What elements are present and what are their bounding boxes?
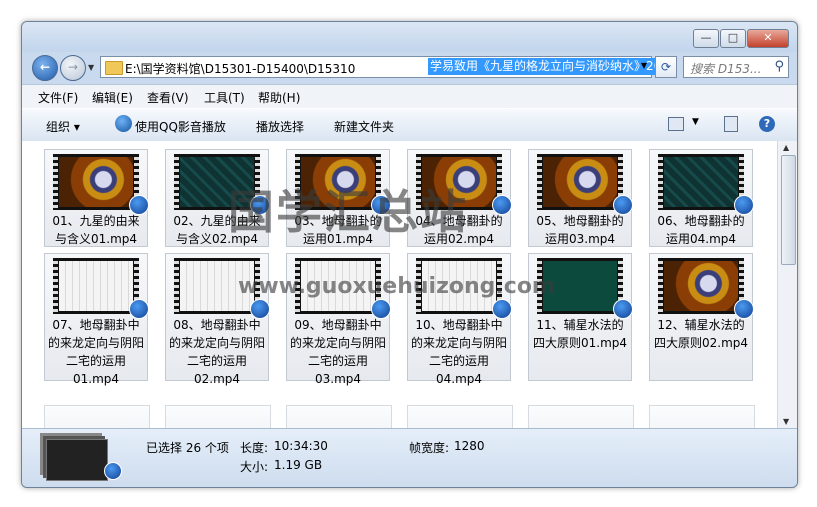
vertical-scrollbar[interactable]: ▲ ▼ [777, 141, 797, 428]
film-perforation [658, 258, 663, 314]
file-name: 01、九星的由来与含义01.mp4 [52, 214, 140, 246]
file-item-partial[interactable] [286, 405, 392, 428]
scroll-down-icon[interactable]: ▼ [783, 417, 789, 426]
view-options-icon[interactable] [668, 117, 684, 131]
menu-file[interactable]: 文件(F) [38, 89, 78, 106]
address-path-selected: 学易致用《九星的格龙立向与消砂纳水》26集 [428, 58, 676, 75]
file-item[interactable]: 05、地母翻卦的运用03.mp4 [528, 149, 633, 247]
explorer-window: — □ ✕ ← → ▼ E:\国学资料馆\D15301-D15400\D1531… [21, 21, 798, 488]
file-name: 06、地母翻卦的运用04.mp4 [657, 214, 745, 246]
play-with-qq-button[interactable]: 使用QQ影音播放 [135, 118, 226, 135]
menu-edit[interactable]: 编辑(E) [92, 89, 133, 106]
film-perforation [537, 154, 542, 210]
film-perforation [174, 154, 179, 210]
navigation-bar: ← → ▼ E:\国学资料馆\D15301-D15400\D15310 学易致用… [22, 52, 797, 84]
video-frame [59, 261, 133, 311]
video-thumbnail [658, 258, 744, 314]
film-perforation [658, 154, 663, 210]
selection-thumbnail-stack [46, 439, 108, 481]
film-perforation [53, 154, 58, 210]
file-item[interactable]: 11、辅星水法的四大原则01.mp4 [528, 253, 633, 381]
search-input[interactable]: 搜索 D153... ⚲ [683, 56, 789, 78]
file-item[interactable]: 09、地母翻卦中的来龙定向与阴阳二宅的运用03.mp4 [286, 253, 391, 386]
back-arrow-icon[interactable]: ← [32, 55, 58, 81]
minimize-button[interactable]: — [693, 29, 719, 48]
organize-button[interactable]: 组织 ▾ [46, 118, 80, 135]
video-frame [664, 157, 738, 207]
watermark-text: 国学汇总站 [228, 185, 468, 239]
frame-width-value: 1280 [454, 439, 485, 453]
watermark-url: www.guoxuehuizong.com [238, 274, 555, 299]
close-button[interactable]: ✕ [747, 29, 789, 48]
size-label: 大小: [240, 460, 269, 474]
folder-icon [105, 61, 123, 75]
play-selection-button[interactable]: 播放选择 [256, 118, 304, 135]
selected-count: 已选择 26 个项 [146, 441, 229, 455]
film-perforation [174, 258, 179, 314]
search-placeholder: 搜索 D153... [690, 62, 762, 76]
file-item[interactable]: 07、地母翻卦中的来龙定向与阴阳二宅的运用01.mp4 [44, 253, 149, 386]
command-bar: 组织 ▾ 使用QQ影音播放 播放选择 新建文件夹 ▼ ? [22, 108, 797, 142]
file-item-partial[interactable] [649, 405, 755, 428]
address-dropdown-icon[interactable]: ▼ [641, 61, 647, 70]
maximize-button[interactable]: □ [720, 29, 746, 48]
preview-pane-icon[interactable] [724, 116, 738, 132]
file-name: 11、辅星水法的四大原则01.mp4 [532, 318, 628, 350]
menu-help[interactable]: 帮助(H) [258, 89, 300, 106]
frame-width-label: 帧宽度: [409, 441, 450, 455]
file-item[interactable]: 12、辅星水法的四大原则02.mp4 [649, 253, 754, 381]
video-frame [664, 261, 738, 311]
forward-arrow-icon[interactable]: → [60, 55, 86, 81]
menu-view[interactable]: 查看(V) [147, 89, 189, 106]
video-thumbnail [53, 258, 139, 314]
size-value: 1.19 GB [274, 458, 323, 472]
file-item-partial[interactable] [165, 405, 271, 428]
address-path: E:\国学资料馆\D15301-D15400\D15310 [125, 62, 356, 76]
file-item-partial[interactable] [407, 405, 513, 428]
video-frame [543, 157, 617, 207]
qq-player-badge-icon [104, 462, 122, 480]
scroll-thumb[interactable] [781, 155, 796, 265]
new-folder-button[interactable]: 新建文件夹 [334, 118, 394, 135]
menu-bar: 文件(F) 编辑(E) 查看(V) 工具(T) 帮助(H) [22, 84, 797, 109]
video-thumbnail [658, 154, 744, 210]
file-name: 05、地母翻卦的运用03.mp4 [536, 214, 624, 246]
menu-tools[interactable]: 工具(T) [204, 89, 245, 106]
help-icon[interactable]: ? [759, 116, 775, 132]
file-name: 12、辅星水法的四大原则02.mp4 [653, 318, 749, 350]
file-item[interactable]: 06、地母翻卦的运用04.mp4 [649, 149, 754, 247]
video-frame [59, 157, 133, 207]
history-dropdown-icon[interactable]: ▼ [88, 63, 94, 72]
file-item[interactable]: 10、地母翻卦中的来龙定向与阴阳二宅的运用04.mp4 [407, 253, 512, 386]
length-label: 长度: [240, 441, 269, 455]
video-thumbnail [53, 154, 139, 210]
file-name: 08、地母翻卦中的来龙定向与阴阳二宅的运用02.mp4 [168, 318, 265, 386]
file-item-partial[interactable] [528, 405, 634, 428]
qq-player-icon [115, 115, 132, 132]
file-name: 07、地母翻卦中的来龙定向与阴阳二宅的运用01.mp4 [47, 318, 144, 386]
video-thumbnail [537, 154, 623, 210]
film-perforation [53, 258, 58, 314]
length-value: 10:34:30 [274, 439, 328, 453]
file-item[interactable]: 01、九星的由来与含义01.mp4 [44, 149, 149, 247]
file-name: 09、地母翻卦中的来龙定向与阴阳二宅的运用03.mp4 [289, 318, 386, 386]
title-bar: — □ ✕ [22, 22, 797, 52]
address-bar[interactable]: E:\国学资料馆\D15301-D15400\D15310 学易致用《九星的格龙… [100, 56, 676, 78]
file-item-partial[interactable] [44, 405, 150, 428]
refresh-icon[interactable]: ⟳ [655, 56, 677, 78]
details-pane: 已选择 26 个项 长度: 10:34:30 大小: 1.19 GB 帧宽度: … [22, 428, 797, 487]
search-icon[interactable]: ⚲ [774, 59, 784, 74]
view-dropdown-icon[interactable]: ▼ [692, 117, 699, 127]
file-name: 10、地母翻卦中的来龙定向与阴阳二宅的运用04.mp4 [410, 318, 507, 386]
scroll-up-icon[interactable]: ▲ [783, 143, 789, 152]
file-item[interactable]: 08、地母翻卦中的来龙定向与阴阳二宅的运用02.mp4 [165, 253, 270, 386]
